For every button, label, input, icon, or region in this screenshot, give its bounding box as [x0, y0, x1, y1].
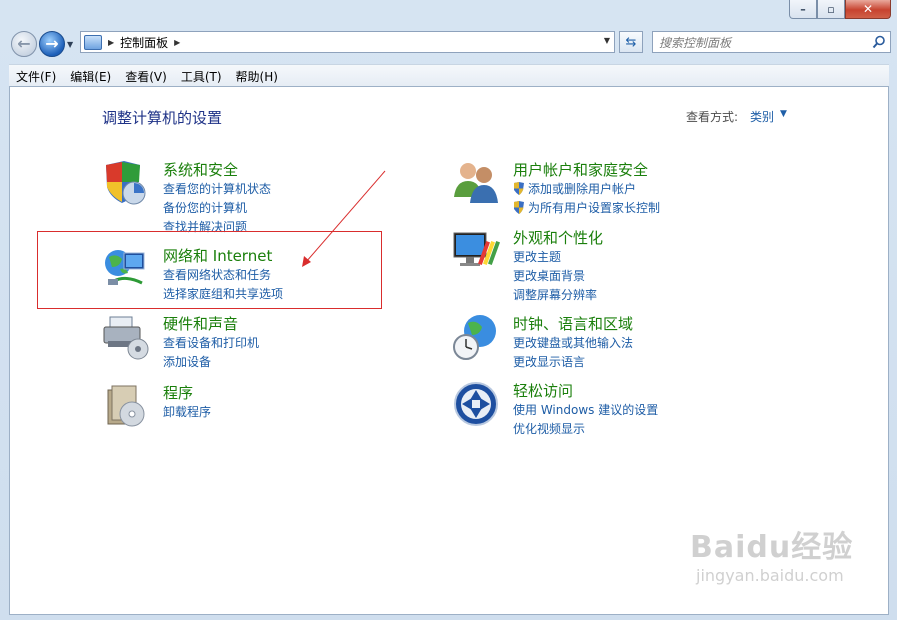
- breadcrumb-arrow-icon[interactable]: ▶: [108, 38, 114, 47]
- ease-of-access-icon: [454, 382, 498, 426]
- system-security-icon: [106, 161, 146, 205]
- category-link[interactable]: 为所有用户设置家长控制: [513, 199, 660, 216]
- view-by-label: 查看方式:: [686, 110, 739, 124]
- category-title[interactable]: 系统和安全: [163, 159, 238, 180]
- link-text[interactable]: 添加或删除用户帐户: [528, 180, 636, 197]
- refresh-button[interactable]: ⇆: [619, 31, 643, 53]
- annotation-highlight-box: [37, 231, 382, 309]
- address-dropdown-icon[interactable]: ▼: [604, 36, 610, 45]
- category-link[interactable]: 更改桌面背景: [513, 267, 585, 284]
- uac-shield-icon: [514, 182, 524, 195]
- watermark-text: Baidu经验: [690, 530, 854, 565]
- back-button[interactable]: ←: [11, 31, 37, 57]
- uac-shield-icon: [514, 201, 524, 214]
- watermark-url: jingyan.baidu.com: [696, 566, 844, 585]
- address-bar[interactable]: ▶ 控制面板 ▶ ▼: [80, 31, 615, 53]
- close-icon: ✕: [862, 2, 874, 16]
- category-title[interactable]: 轻松访问: [513, 380, 573, 401]
- menu-file[interactable]: 文件(F): [9, 68, 63, 85]
- category-link[interactable]: 卸载程序: [163, 403, 211, 420]
- search-icon[interactable]: [872, 35, 886, 49]
- minimize-icon: –: [800, 2, 806, 16]
- refresh-icon: ⇆: [625, 34, 637, 50]
- menu-edit[interactable]: 编辑(E): [63, 68, 118, 85]
- category-link[interactable]: 使用 Windows 建议的设置: [513, 401, 658, 418]
- menu-view[interactable]: 查看(V): [118, 68, 174, 85]
- category-title[interactable]: 程序: [163, 382, 193, 403]
- maximize-icon: ▫: [827, 2, 835, 16]
- maximize-button[interactable]: ▫: [817, 0, 845, 19]
- user-accounts-icon: [454, 163, 498, 203]
- forward-arrow-icon: →: [45, 34, 59, 53]
- chevron-down-icon[interactable]: ▼: [780, 109, 787, 119]
- breadcrumb-arrow-icon[interactable]: ▶: [174, 38, 180, 47]
- recent-pages-dropdown-icon[interactable]: ▼: [67, 40, 73, 49]
- category-link[interactable]: 更改主题: [513, 248, 561, 265]
- menu-help[interactable]: 帮助(H): [229, 68, 285, 85]
- category-link[interactable]: 添加设备: [163, 353, 211, 370]
- content-pane: 调整计算机的设置 查看方式: 类别 ▼ 系统和安全 查看您的计算机状态 备份您的…: [9, 86, 889, 615]
- category-link[interactable]: 调整屏幕分辨率: [513, 286, 597, 303]
- category-link[interactable]: 备份您的计算机: [163, 199, 247, 216]
- view-by-dropdown[interactable]: 类别: [750, 108, 774, 125]
- menu-bar: 文件(F) 编辑(E) 查看(V) 工具(T) 帮助(H): [9, 64, 889, 87]
- category-link[interactable]: 添加或删除用户帐户: [513, 180, 636, 197]
- category-title[interactable]: 时钟、语言和区域: [513, 313, 633, 334]
- page-title: 调整计算机的设置: [102, 109, 223, 127]
- window-caption-buttons: – ▫ ✕: [789, 0, 891, 19]
- baidu-watermark: Baidu经验 jingyan.baidu.com: [690, 522, 853, 585]
- category-link[interactable]: 更改键盘或其他输入法: [513, 334, 633, 351]
- category-link[interactable]: 查看您的计算机状态: [163, 180, 271, 197]
- appearance-icon: [453, 232, 500, 266]
- search-box[interactable]: [652, 31, 891, 53]
- programs-icon: [107, 385, 145, 427]
- category-title[interactable]: 硬件和声音: [163, 313, 238, 334]
- link-text[interactable]: 为所有用户设置家长控制: [528, 199, 660, 216]
- category-link[interactable]: 优化视频显示: [513, 420, 585, 437]
- category-title[interactable]: 用户帐户和家庭安全: [513, 159, 648, 180]
- close-button[interactable]: ✕: [845, 0, 891, 19]
- breadcrumb-control-panel[interactable]: 控制面板: [120, 34, 168, 51]
- category-link[interactable]: 更改显示语言: [513, 353, 585, 370]
- category-title[interactable]: 外观和个性化: [513, 227, 603, 248]
- back-arrow-icon: ←: [17, 34, 31, 53]
- hardware-sound-icon: [103, 316, 149, 360]
- navigation-bar: ← → ▼ ▶ 控制面板 ▶ ▼ ⇆: [0, 28, 897, 60]
- menu-tools[interactable]: 工具(T): [174, 68, 229, 85]
- control-panel-window: – ▫ ✕ ← → ▼ ▶ 控制面板 ▶ ▼ ⇆ 文件(F) 编辑(E) 查看(…: [0, 0, 897, 620]
- clock-language-icon: [453, 315, 496, 360]
- forward-button[interactable]: →: [39, 31, 65, 57]
- control-panel-icon: [84, 34, 102, 50]
- search-input[interactable]: [657, 33, 871, 53]
- category-link[interactable]: 查看设备和打印机: [163, 334, 259, 351]
- minimize-button[interactable]: –: [789, 0, 817, 19]
